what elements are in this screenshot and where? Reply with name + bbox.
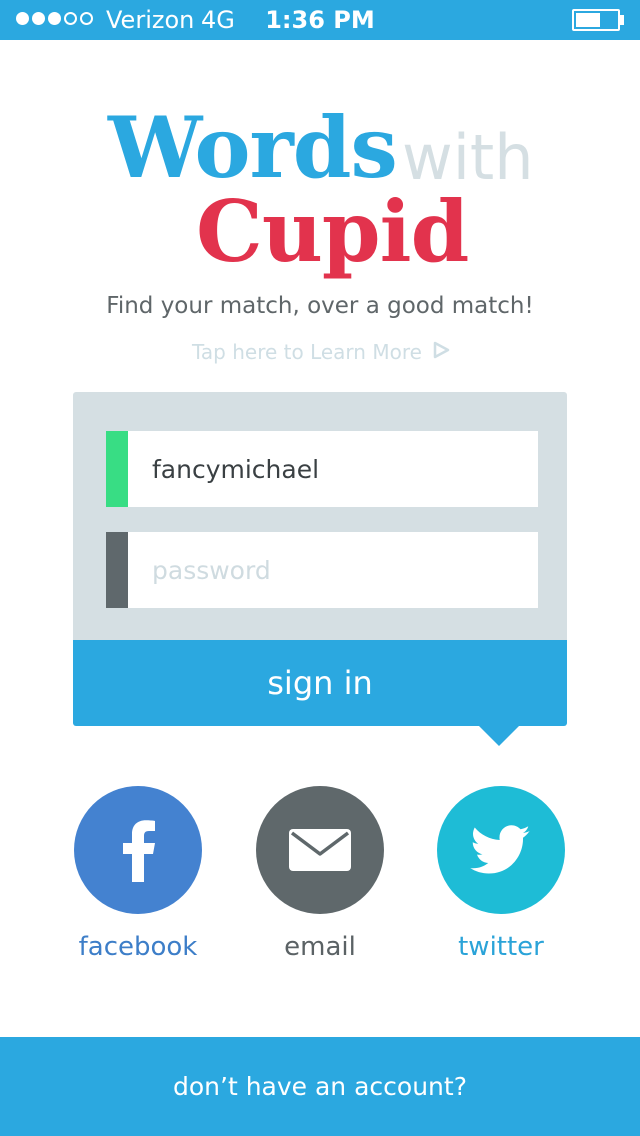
- create-account-button[interactable]: don’t have an account?: [0, 1037, 640, 1136]
- facebook-label: facebook: [78, 932, 198, 962]
- facebook-login-button[interactable]: facebook: [48, 786, 228, 962]
- sign-in-button[interactable]: sign in: [73, 640, 567, 726]
- twitter-circle: [437, 786, 565, 914]
- email-login-button[interactable]: email: [230, 786, 410, 962]
- battery-icon: [572, 9, 620, 31]
- status-time: 1:36 PM: [265, 6, 375, 34]
- twitter-bird-icon: [470, 825, 530, 874]
- learn-more-label: Tap here to Learn More: [192, 340, 422, 364]
- battery-tip: [620, 15, 624, 25]
- envelope-icon: [289, 829, 351, 871]
- play-outline-icon: [432, 340, 450, 364]
- sign-in-pointer: [477, 724, 521, 746]
- password-input[interactable]: [152, 532, 522, 608]
- username-field[interactable]: [106, 431, 538, 507]
- status-bar: Verizon 4G 1:36 PM: [0, 0, 640, 40]
- email-label: email: [284, 932, 356, 962]
- facebook-icon: [123, 820, 155, 882]
- password-field[interactable]: [106, 532, 538, 608]
- email-circle: [256, 786, 384, 914]
- tagline: Find your match, over a good match!: [106, 293, 534, 319]
- facebook-circle: [74, 786, 202, 914]
- twitter-label: twitter: [458, 932, 544, 962]
- learn-more-link[interactable]: Tap here to Learn More: [192, 340, 450, 364]
- battery-level-fill: [576, 13, 600, 27]
- login-form: [73, 392, 567, 640]
- username-accent-bar: [106, 431, 128, 507]
- password-accent-bar: [106, 532, 128, 608]
- twitter-login-button[interactable]: twitter: [411, 786, 591, 962]
- logo-word-cupid: Cupid: [196, 182, 469, 281]
- username-input[interactable]: [152, 431, 522, 507]
